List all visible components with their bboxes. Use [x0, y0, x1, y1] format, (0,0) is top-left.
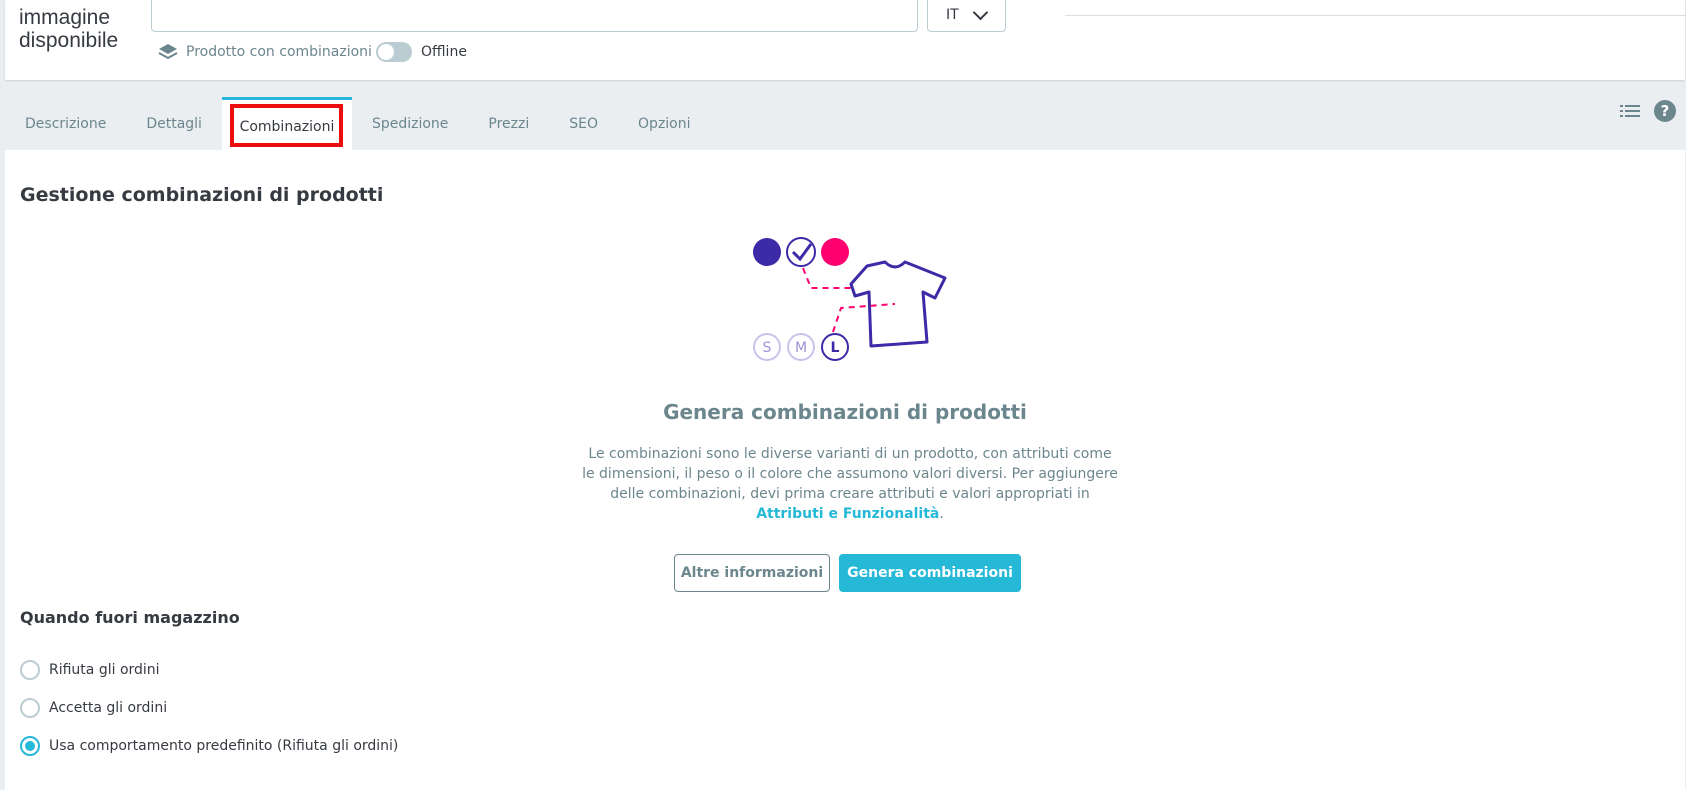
attributes-link[interactable]: Attributi e Funzionalità [756, 506, 939, 522]
svg-text:M: M [795, 340, 807, 356]
reference-field-line [1065, 15, 1686, 16]
tab-descrizione[interactable]: Descrizione [5, 97, 126, 150]
language-select-value: IT [946, 6, 959, 23]
more-info-button[interactable]: Altre informazioni [674, 554, 830, 592]
product-type-label: Prodotto con combinazioni [186, 44, 372, 60]
radio-default-behavior[interactable]: Usa comportamento predefinito (Rifiuta g… [20, 736, 398, 756]
radio-label: Rifiuta gli ordini [49, 662, 160, 678]
tab-prezzi[interactable]: Prezzi [468, 97, 549, 150]
radio-label: Usa comportamento predefinito (Rifiuta g… [49, 738, 399, 754]
product-tabs: Descrizione Dettagli Combinazioni Spediz… [5, 96, 711, 150]
out-of-stock-title: Quando fuori magazzino [20, 608, 240, 627]
product-header: immagine disponibile IT Prodotto con com… [5, 0, 1686, 80]
swatch-purple-icon [753, 238, 781, 266]
layers-icon [158, 44, 178, 60]
svg-text:L: L [831, 340, 840, 356]
radio-label: Accetta gli ordini [49, 700, 168, 716]
product-name-input[interactable] [151, 0, 918, 32]
svg-text:S: S [763, 340, 772, 356]
combinations-panel: Gestione combinazioni di prodotti S M L … [5, 150, 1685, 790]
radio-accept-orders[interactable]: Accetta gli ordini [20, 698, 167, 718]
swatch-check-icon [786, 237, 816, 267]
radio-button-checked[interactable] [20, 736, 40, 756]
list-icon[interactable] [1620, 103, 1640, 119]
tab-opzioni[interactable]: Opzioni [618, 97, 710, 150]
section-title: Gestione combinazioni di prodotti [20, 184, 384, 206]
empty-state-description: Le combinazioni sono le diverse varianti… [582, 446, 1118, 522]
tab-spedizione[interactable]: Spedizione [352, 97, 468, 150]
product-type-indicator[interactable]: Prodotto con combinazioni [158, 42, 372, 62]
tshirt-combinations-illustration: S M L [753, 237, 947, 361]
tab-combinazioni[interactable]: Combinazioni [221, 97, 352, 150]
empty-state-title: Genera combinazioni di prodotti [663, 400, 1027, 424]
generate-combinations-button[interactable]: Genera combinazioni [839, 554, 1021, 592]
radio-button[interactable] [20, 698, 40, 718]
help-icon[interactable]: ? [1654, 100, 1676, 122]
tab-dettagli[interactable]: Dettagli [126, 97, 222, 150]
online-toggle[interactable] [376, 42, 412, 62]
no-image-placeholder: immagine disponibile [19, 6, 119, 52]
tab-seo[interactable]: SEO [549, 97, 618, 150]
radio-deny-orders[interactable]: Rifiuta gli ordini [20, 660, 160, 680]
tshirt-icon [849, 260, 947, 348]
online-status-label: Offline [421, 44, 467, 60]
swatch-pink-icon [821, 238, 849, 266]
chevron-down-icon [972, 4, 988, 20]
language-select[interactable]: IT [927, 0, 1006, 32]
radio-button[interactable] [20, 660, 40, 680]
tab-toolbar: ? [1620, 100, 1676, 122]
